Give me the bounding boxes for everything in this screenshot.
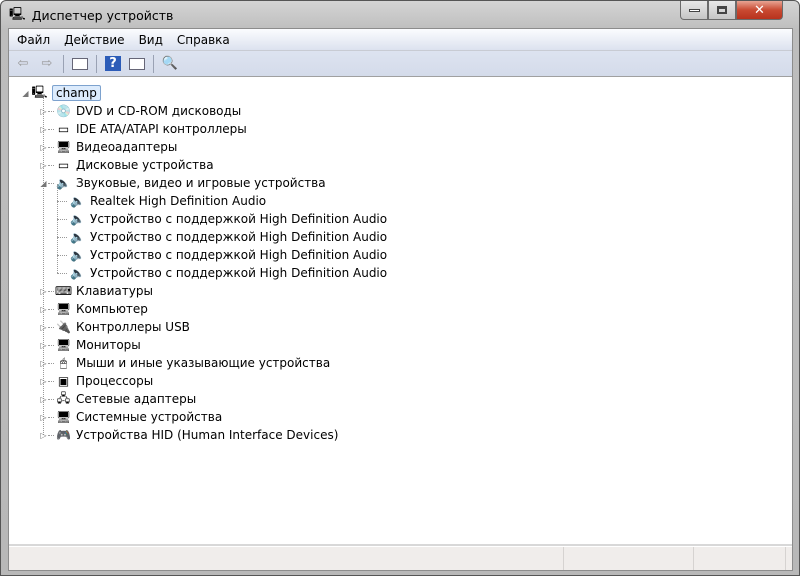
device-label: Realtek High Definition Audio — [90, 194, 267, 208]
forward-icon[interactable]: ⇨ — [36, 54, 58, 74]
speaker-icon: 🔈 — [70, 230, 85, 244]
category-label: Устройства HID (Human Interface Devices) — [76, 428, 339, 442]
device-label: Устройство с поддержкой High Definition … — [90, 248, 388, 262]
category-label: Компьютер — [76, 302, 148, 316]
device-category-icon: ▣ — [57, 374, 70, 388]
toolbar: ⇦ ⇨ ? 🔍 — [9, 51, 792, 77]
tree-category[interactable]: ▷ 🔌 Контроллеры USB — [39, 318, 190, 336]
tree-device[interactable]: 🔈 Устройство с поддержкой High Definition… — [57, 228, 387, 246]
maximize-button[interactable] — [708, 1, 736, 20]
tree-device[interactable]: 🔈 Устройство с поддержкой High Definition… — [57, 246, 387, 264]
device-category-icon: 🖧 — [56, 390, 71, 405]
computer-icon: 🖳 — [31, 84, 48, 99]
category-label: Мониторы — [76, 338, 141, 352]
tree-device[interactable]: 🔈 Устройство с поддержкой High Definition… — [57, 264, 387, 282]
tree-category[interactable]: ▷ 🖥 Компьютер — [39, 300, 148, 318]
speaker-icon: 🔈 — [70, 212, 85, 226]
title-bar: 🖳 Диспетчер устройств — [9, 5, 173, 25]
device-tree[interactable]: ◢ 🖳 champ ▷ 💿 DVD и CD-ROM дисководы ▷ ▭ IDE ATA… — [9, 79, 792, 546]
expand-icon[interactable]: ▷ — [39, 431, 48, 440]
tree-category[interactable]: ▷ 🖧 Сетевые адаптеры — [39, 390, 196, 408]
tree-category[interactable]: ▷ ▣ Процессоры — [39, 372, 153, 390]
tree-category[interactable]: ◢ 🔈 Звуковые, видео и игровые устройства — [39, 174, 326, 192]
tree-device[interactable]: 🔈 Realtek High Definition Audio — [57, 192, 266, 210]
menu-help[interactable]: Справка — [169, 33, 236, 47]
device-label: Устройство с поддержкой High Definition … — [90, 266, 388, 280]
device-category-icon: ▭ — [57, 158, 70, 172]
device-category-icon: 🖥 — [55, 338, 72, 352]
expand-icon[interactable]: ▷ — [39, 287, 48, 296]
minimize-button[interactable] — [680, 1, 708, 20]
menu-view[interactable]: Вид — [131, 33, 169, 47]
help-glyph: ? — [105, 56, 121, 71]
menu-file[interactable]: Файл — [9, 33, 56, 47]
category-label: Процессоры — [76, 374, 154, 388]
category-label: Сетевые адаптеры — [76, 392, 197, 406]
tree-category[interactable]: ▷ 🖥 Мониторы — [39, 336, 141, 354]
device-category-icon: 🖥 — [55, 302, 72, 316]
tree-root-label: champ — [52, 85, 101, 101]
tree-category[interactable]: ▷ ⌨ Клавиатуры — [39, 282, 153, 300]
expand-icon[interactable]: ▷ — [39, 143, 48, 152]
device-label: Устройство с поддержкой High Definition … — [90, 230, 388, 244]
tree-root[interactable]: ◢ 🖳 champ — [21, 84, 101, 102]
tree-category[interactable]: ▷ 🖥 Видеоадаптеры — [39, 138, 177, 156]
help-icon[interactable]: ? — [102, 54, 124, 74]
category-label: Дисковые устройства — [76, 158, 214, 172]
back-icon[interactable]: ⇦ — [12, 54, 34, 74]
device-category-icon: 💿 — [56, 104, 71, 118]
tree-category[interactable]: ▷ 🎮 Устройства HID (Human Interface Device… — [39, 426, 338, 444]
properties-icon[interactable] — [126, 54, 148, 74]
close-button[interactable]: ✕ — [736, 1, 783, 20]
expand-icon[interactable]: ▷ — [39, 359, 48, 368]
device-manager-icon: 🖳 — [9, 5, 26, 21]
expand-icon[interactable]: ▷ — [39, 125, 48, 134]
category-label: DVD и CD-ROM дисководы — [76, 104, 242, 118]
device-category-icon: ⌨ — [54, 284, 73, 298]
tree-category[interactable]: ▷ 🖱 Мыши и иные указывающие устройства — [39, 354, 330, 372]
expand-icon[interactable]: ▷ — [39, 395, 48, 404]
category-label: Мыши и иные указывающие устройства — [76, 356, 331, 370]
device-manager-window: 🖳 Диспетчер устройств ✕ Файл Действие Ви… — [0, 0, 800, 576]
category-label: Системные устройства — [76, 410, 223, 424]
speaker-icon: 🔈 — [70, 194, 85, 208]
expand-icon[interactable]: ▷ — [39, 161, 48, 170]
expand-icon[interactable]: ▷ — [39, 341, 48, 350]
tree-device[interactable]: 🔈 Устройство с поддержкой High Definition… — [57, 210, 387, 228]
device-category-icon: 🔌 — [56, 320, 71, 334]
category-label: Видеоадаптеры — [76, 140, 178, 154]
device-label: Устройство с поддержкой High Definition … — [90, 212, 388, 226]
tree-category[interactable]: ▷ 🖥 Системные устройства — [39, 408, 222, 426]
expand-icon[interactable]: ▷ — [39, 107, 48, 116]
speaker-icon: 🔈 — [70, 266, 85, 280]
console-tree-icon[interactable] — [69, 54, 91, 74]
menu-action[interactable]: Действие — [56, 33, 130, 47]
speaker-icon: 🔈 — [70, 248, 85, 262]
tree-category[interactable]: ▷ ▭ Дисковые устройства — [39, 156, 214, 174]
category-label: Контроллеры USB — [76, 320, 190, 334]
tree-category[interactable]: ▷ ▭ IDE ATA/ATAPI контроллеры — [39, 120, 247, 138]
category-label: IDE ATA/ATAPI контроллеры — [76, 122, 247, 136]
menu-bar: Файл Действие Вид Справка — [9, 29, 792, 51]
tree-category[interactable]: ▷ 💿 DVD и CD-ROM дисководы — [39, 102, 241, 120]
category-label: Звуковые, видео и игровые устройства — [76, 176, 326, 190]
device-category-icon: 🖱 — [59, 355, 68, 370]
device-category-icon: 🖥 — [55, 140, 72, 154]
collapse-icon[interactable]: ◢ — [39, 179, 48, 188]
device-category-icon: ▭ — [57, 122, 70, 136]
device-category-icon: 🖥 — [55, 410, 72, 424]
status-bar — [9, 547, 792, 570]
collapse-icon[interactable]: ◢ — [21, 89, 30, 98]
expand-icon[interactable]: ▷ — [39, 305, 48, 314]
expand-icon[interactable]: ▷ — [39, 377, 48, 386]
category-label: Клавиатуры — [76, 284, 153, 298]
expand-icon[interactable]: ▷ — [39, 323, 48, 332]
expand-icon[interactable]: ▷ — [39, 413, 48, 422]
device-category-icon: 🎮 — [56, 428, 71, 442]
window-title: Диспетчер устройств — [31, 7, 174, 23]
scan-hardware-icon[interactable]: 🔍 — [159, 54, 181, 74]
